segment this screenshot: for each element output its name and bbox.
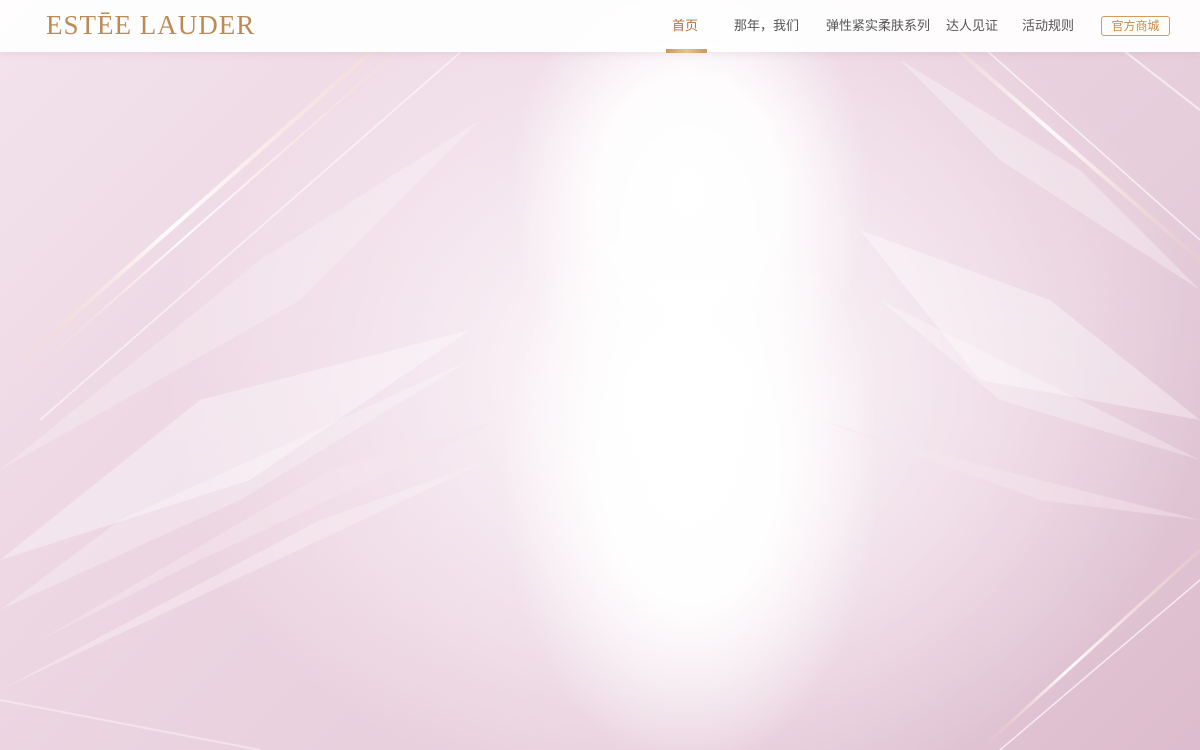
nav-item-those-years-us[interactable]: 那年，我们 <box>734 0 799 52</box>
nav-item-firming-series[interactable]: 弹性紧实柔肤系列 <box>826 0 930 52</box>
top-navigation-bar: ESTĒE LAUDER 首页 那年，我们 弹性紧实柔肤系列 达人见证 活动规则… <box>0 0 1200 53</box>
nav-item-event-rules[interactable]: 活动规则 <box>1022 0 1074 52</box>
hero-background <box>0 0 1200 750</box>
nav-item-home[interactable]: 首页 <box>672 0 698 52</box>
brand-logo[interactable]: ESTĒE LAUDER <box>46 8 255 42</box>
nav-item-expert-testimonials[interactable]: 达人见证 <box>946 0 998 52</box>
light-rays-decoration <box>0 0 1200 750</box>
active-nav-indicator <box>666 49 707 53</box>
official-store-button[interactable]: 官方商城 <box>1101 16 1170 36</box>
